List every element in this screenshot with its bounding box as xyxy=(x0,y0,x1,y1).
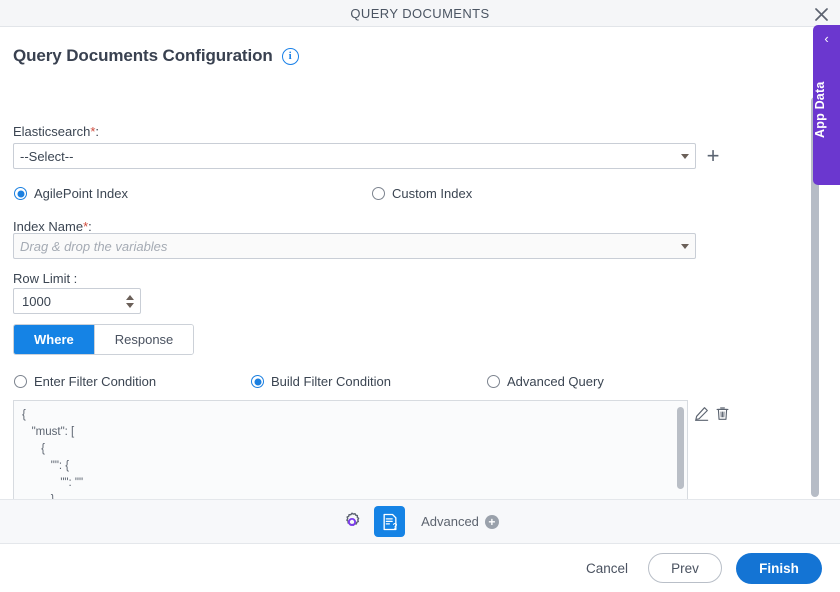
prev-button[interactable]: Prev xyxy=(648,553,722,583)
radio-build-filter-condition[interactable]: Build Filter Condition xyxy=(251,374,391,389)
advanced-label: Advanced xyxy=(421,514,479,529)
radio-enter-filter-condition[interactable]: Enter Filter Condition xyxy=(14,374,156,389)
row-limit-stepper[interactable] xyxy=(13,288,141,314)
radio-enter-filter-condition-dot xyxy=(14,375,27,388)
elasticsearch-select-value: --Select-- xyxy=(20,148,74,164)
radio-enter-filter-condition-label: Enter Filter Condition xyxy=(34,374,157,389)
finish-button[interactable]: Finish xyxy=(736,552,822,584)
radio-advanced-query[interactable]: Advanced Query xyxy=(487,374,604,389)
dialog-title-bar: QUERY DOCUMENTS xyxy=(0,0,840,27)
radio-build-filter-condition-label: Build Filter Condition xyxy=(271,374,391,389)
dialog-title: QUERY DOCUMENTS xyxy=(350,6,490,21)
radio-agilepoint-index-label: AgilePoint Index xyxy=(34,186,128,201)
trash-icon[interactable] xyxy=(715,406,730,426)
elasticsearch-label-text: Elasticsearch xyxy=(13,124,91,139)
row-limit-arrows[interactable] xyxy=(126,294,134,308)
chevron-down-icon xyxy=(681,243,689,249)
cancel-button[interactable]: Cancel xyxy=(580,557,634,580)
stepper-up-icon[interactable] xyxy=(126,294,134,300)
radio-custom-index-dot xyxy=(372,187,385,200)
filter-json-content: { "must": [ { "": { "": "" } } ] } xyxy=(22,409,84,499)
document-question-icon[interactable]: ? xyxy=(374,506,406,537)
dialog-action-bar: Cancel Prev Finish xyxy=(0,544,840,592)
add-elasticsearch-button[interactable]: + xyxy=(703,145,723,167)
radio-advanced-query-dot xyxy=(487,375,500,388)
radio-agilepoint-index[interactable]: AgilePoint Index xyxy=(14,186,128,201)
editor-scrollbar[interactable] xyxy=(677,407,684,489)
tab-where[interactable]: Where xyxy=(14,325,94,354)
info-icon[interactable]: i xyxy=(281,47,299,65)
page-title: Query Documents Configuration xyxy=(13,46,273,65)
elasticsearch-select[interactable]: --Select-- xyxy=(13,143,696,169)
bottom-toolbar: ? Advanced + xyxy=(0,499,840,544)
close-icon[interactable] xyxy=(810,3,832,25)
app-data-panel-label: App Data xyxy=(813,81,827,139)
pencil-icon[interactable] xyxy=(694,406,709,426)
svg-text:?: ? xyxy=(392,522,397,531)
dialog-content: Query Documents Configuration i Elastics… xyxy=(0,27,840,499)
app-data-panel-tab[interactable]: ‹ App Data xyxy=(813,25,840,185)
index-name-placeholder: Drag & drop the variables xyxy=(20,238,168,254)
radio-build-filter-condition-dot xyxy=(251,375,264,388)
elasticsearch-label: Elasticsearch*: xyxy=(13,124,99,139)
index-name-label-colon: : xyxy=(88,219,92,234)
row-limit-label: Row Limit : xyxy=(13,271,78,286)
tab-response[interactable]: Response xyxy=(93,325,194,354)
chevron-down-icon xyxy=(681,153,689,159)
elasticsearch-label-colon: : xyxy=(95,124,99,139)
radio-custom-index-label: Custom Index xyxy=(392,186,473,201)
page-title-row: Query Documents Configuration i xyxy=(13,46,299,66)
stepper-down-icon[interactable] xyxy=(126,302,134,308)
radio-agilepoint-index-dot xyxy=(14,187,27,200)
radio-advanced-query-label: Advanced Query xyxy=(507,374,604,389)
condition-tabs: Where Response xyxy=(13,324,195,355)
row-limit-input[interactable] xyxy=(20,292,122,310)
filter-json-editor[interactable]: { "must": [ { "": { "": "" } } ] } xyxy=(13,400,688,499)
query-documents-dialog: QUERY DOCUMENTS Query Documents Configur… xyxy=(0,0,840,592)
radio-custom-index[interactable]: Custom Index xyxy=(372,186,472,201)
index-name-input[interactable]: Drag & drop the variables xyxy=(13,233,696,259)
plus-circle-icon[interactable]: + xyxy=(484,514,499,529)
advanced-button[interactable]: Advanced + xyxy=(421,514,499,529)
gear-icon[interactable] xyxy=(341,511,363,533)
chevron-left-icon: ‹ xyxy=(824,31,829,46)
editor-actions xyxy=(694,406,730,426)
index-name-label-text: Index Name xyxy=(13,219,84,234)
index-name-label: Index Name*: xyxy=(13,219,92,234)
